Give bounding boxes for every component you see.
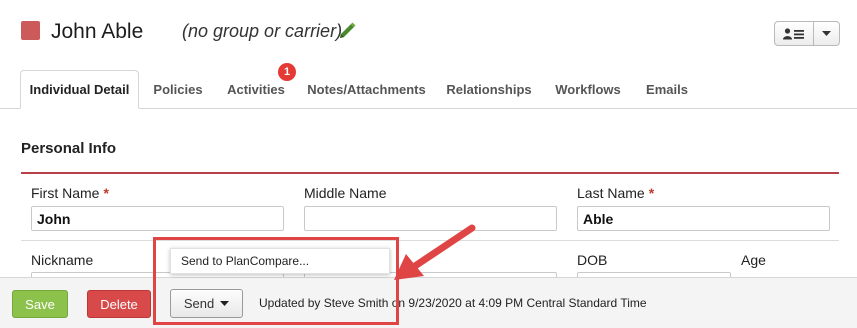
contact-menu-dropdown[interactable]	[814, 22, 839, 45]
tab-notes-attachments[interactable]: Notes/Attachments	[303, 70, 430, 109]
tab-workflows[interactable]: Workflows	[547, 70, 629, 109]
age-label: Age	[741, 252, 766, 268]
tab-emails[interactable]: Emails	[638, 70, 696, 109]
last-name-input[interactable]	[577, 206, 830, 231]
record-name: John Able	[51, 20, 144, 43]
contact-list-icon	[783, 27, 804, 39]
annotation-arrow	[394, 224, 476, 280]
dob-label: DOB	[577, 252, 608, 268]
contact-card-button[interactable]	[775, 22, 814, 45]
first-name-input[interactable]	[31, 206, 284, 231]
group-carrier-text: (no group or carrier)	[182, 21, 343, 41]
activities-count-badge: 1	[278, 63, 296, 81]
middle-name-label: Middle Name	[304, 185, 387, 201]
contact-view-button-group	[774, 21, 840, 46]
tab-individual-detail[interactable]: Individual Detail	[20, 70, 139, 109]
delete-button[interactable]: Delete	[87, 290, 151, 318]
tab-relationships[interactable]: Relationships	[440, 70, 538, 109]
last-name-label: Last Name *	[577, 185, 655, 201]
section-title: Personal Info	[21, 140, 117, 157]
annotation-highlight-box	[153, 237, 399, 325]
tab-policies[interactable]: Policies	[143, 70, 213, 109]
nickname-label: Nickname	[31, 252, 94, 268]
caret-down-icon	[822, 30, 831, 36]
first-name-label: First Name *	[31, 185, 109, 201]
section-divider	[21, 172, 839, 174]
save-button[interactable]: Save	[12, 290, 68, 318]
required-asterisk: *	[648, 185, 655, 201]
required-asterisk: *	[103, 185, 109, 201]
edit-pencil-icon[interactable]	[336, 20, 358, 42]
record-color-swatch	[21, 21, 40, 40]
